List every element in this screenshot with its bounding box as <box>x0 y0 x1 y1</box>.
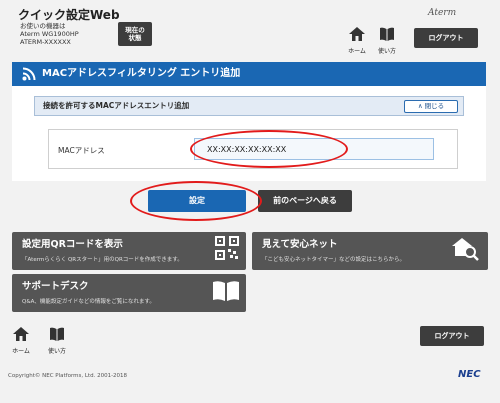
footer-howto-label: 使い方 <box>47 348 66 355</box>
mieru-anshin-tile[interactable]: 見えて安心ネット 「こども安心ネットタイマー」などの設定はこちらから。 <box>252 232 488 270</box>
status-button[interactable]: 現在の 状態 <box>118 22 152 46</box>
nec-logo: NEC <box>458 369 481 380</box>
home-search-icon <box>452 238 479 261</box>
chevron-up-icon: ∧ <box>417 102 423 110</box>
tile-title: 見えて安心ネット <box>262 239 338 250</box>
back-button[interactable]: 前のページへ戻る <box>258 190 352 212</box>
tile-title: サポートデスク <box>22 281 89 292</box>
logout-button[interactable]: ログアウト <box>414 28 478 48</box>
howto-label: 使い方 <box>377 48 396 55</box>
header: クイック設定Web お使いの機器は Aterm WG1900HP ATERM-X… <box>0 0 500 56</box>
mac-address-input[interactable] <box>194 138 434 160</box>
device-info: お使いの機器は Aterm WG1900HP ATERM-XXXXXX <box>20 22 79 46</box>
app-title: クイック設定Web <box>18 8 120 22</box>
set-button[interactable]: 設定 <box>148 190 246 212</box>
wifi-icon <box>22 67 36 81</box>
home-button[interactable]: ホーム <box>344 26 370 55</box>
copyright: Copyright© NEC Platforms, Ltd. 2001-2018 <box>8 373 128 379</box>
footer-howto-button[interactable]: 使い方 <box>44 326 70 355</box>
footer-logout-button[interactable]: ログアウト <box>420 326 484 346</box>
howto-button[interactable]: 使い方 <box>374 26 400 55</box>
home-label: ホーム <box>348 48 366 55</box>
device-line: お使いの機器は <box>20 22 66 30</box>
book-icon <box>380 27 394 41</box>
tile-desc: 「こども安心ネットタイマー」などの設定はこちらから。 <box>262 257 406 263</box>
mac-address-label: MACアドレス <box>58 146 105 155</box>
section-title-bar: MACアドレスフィルタリング エントリ追加 <box>12 62 486 86</box>
collapse-button[interactable]: ∧ 閉じる <box>404 100 458 113</box>
device-model: Aterm WG1900HP <box>20 30 79 38</box>
footer-home-label: ホーム <box>12 348 30 355</box>
support-desk-tile[interactable]: サポートデスク Q&A、機能設定ガイドなどの情報をご覧になれます。 <box>12 274 246 312</box>
book-icon <box>50 327 64 341</box>
footer-home-button[interactable]: ホーム <box>8 326 34 355</box>
panel-subtitle: 接続を許可するMACアドレスエントリ追加 <box>34 96 464 116</box>
home-icon <box>349 27 365 41</box>
home-icon <box>13 327 29 341</box>
qr-code-icon <box>215 236 239 260</box>
tile-desc: Q&A、機能設定ガイドなどの情報をご覧になれます。 <box>22 299 155 305</box>
tile-title: 設定用QRコードを表示 <box>22 239 123 250</box>
section-title: MACアドレスフィルタリング エントリ追加 <box>42 68 241 79</box>
collapse-label: 閉じる <box>424 102 445 110</box>
status-button-line1: 現在の <box>125 26 145 34</box>
book-icon <box>213 281 239 301</box>
tile-desc: 「Atermらくらく QRスタート」用のQRコードを作成できます。 <box>22 257 183 263</box>
status-button-line2: 状態 <box>128 34 142 42</box>
aterm-logo: Aterm <box>428 8 457 18</box>
device-name: ATERM-XXXXXX <box>20 38 71 46</box>
qr-code-tile[interactable]: 設定用QRコードを表示 「Atermらくらく QRスタート」用のQRコードを作成… <box>12 232 246 270</box>
